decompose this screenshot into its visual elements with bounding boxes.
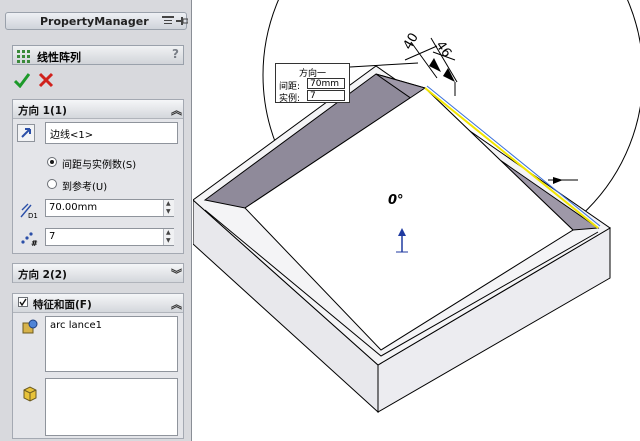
features-checkbox[interactable] <box>18 297 28 307</box>
features-label: 特征和面(F) <box>33 299 92 311</box>
spacing-dimension-icon: D1 <box>19 201 38 220</box>
direction1-label: 方向 1(1) <box>18 105 67 117</box>
ok-button[interactable] <box>13 72 31 89</box>
callout-instances-value[interactable]: 7 <box>307 90 345 101</box>
instances-input[interactable]: 7 <box>45 228 174 246</box>
features-faces-group: 特征和面(F) ︽ arc lance1 <box>12 293 184 439</box>
radio-spacing-label: 间距与实例数(S) <box>62 160 137 171</box>
svg-text:#: # <box>31 239 38 247</box>
instances-spinner[interactable]: ▲ ▼ <box>163 229 174 245</box>
direction2-group: 方向 2(2) ︾ <box>12 263 184 283</box>
list-item[interactable]: arc lance1 <box>50 320 173 331</box>
feature-title: 线性阵列 <box>37 51 81 64</box>
property-manager-title: PropertyManager <box>40 15 149 28</box>
features-header[interactable]: 特征和面(F) ︽ <box>13 294 183 313</box>
callout-instances-label: 实例: <box>279 94 301 104</box>
checkmark-icon <box>13 73 31 89</box>
graphics-viewport[interactable]: 40 46 <box>193 0 640 441</box>
direction2-label: 方向 2(2) <box>18 269 67 281</box>
close-icon <box>38 72 54 88</box>
radio-button[interactable] <box>47 157 57 167</box>
radio-button[interactable] <box>47 179 57 189</box>
collapse-icon[interactable]: ︽ <box>171 296 182 312</box>
linear-pattern-icon <box>16 48 32 67</box>
radio-reference-label: 到参考(U) <box>62 182 108 193</box>
callout-spacing-value[interactable]: 70mm <box>307 78 345 89</box>
panel-menu-icon[interactable] <box>162 16 174 26</box>
direction1-group: 方向 1(1) ︽ 边线<1> 间距与实例数(S) 到参考(U) D1 70.0… <box>12 99 184 254</box>
collapse-icon[interactable]: ︽ <box>171 102 182 118</box>
help-icon[interactable]: ? <box>172 47 179 61</box>
features-list[interactable]: arc lance1 <box>45 316 178 372</box>
pin-icon[interactable] <box>176 16 189 26</box>
faces-list[interactable] <box>45 378 178 436</box>
direction1-header[interactable]: 方向 1(1) ︽ <box>13 100 183 119</box>
reverse-direction-icon[interactable] <box>17 124 35 142</box>
property-manager-panel: PropertyManager 线性阵列 ? 方向 1(1) ︽ 边线<1> 间… <box>0 0 192 441</box>
faces-to-pattern-icon <box>21 384 39 402</box>
spacing-input[interactable]: 70.00mm <box>45 199 174 217</box>
model-view <box>193 0 640 414</box>
instances-icon: # <box>19 229 38 248</box>
pattern-callout[interactable]: 方向一 间距: 70mm 实例: 7 <box>275 63 350 104</box>
spacing-spinner[interactable]: ▲ ▼ <box>163 200 174 216</box>
feature-header: 线性阵列 ? <box>12 45 184 65</box>
cancel-button[interactable] <box>38 72 54 88</box>
features-to-pattern-icon <box>21 318 39 336</box>
property-manager-tab[interactable]: PropertyManager <box>5 12 189 30</box>
direction2-header[interactable]: 方向 2(2) ︾ <box>13 264 183 283</box>
direction1-edge-field[interactable]: 边线<1> <box>45 122 178 144</box>
angle-label[interactable]: 0° <box>388 193 404 208</box>
expand-icon[interactable]: ︾ <box>171 266 182 282</box>
svg-text:D1: D1 <box>28 212 38 219</box>
